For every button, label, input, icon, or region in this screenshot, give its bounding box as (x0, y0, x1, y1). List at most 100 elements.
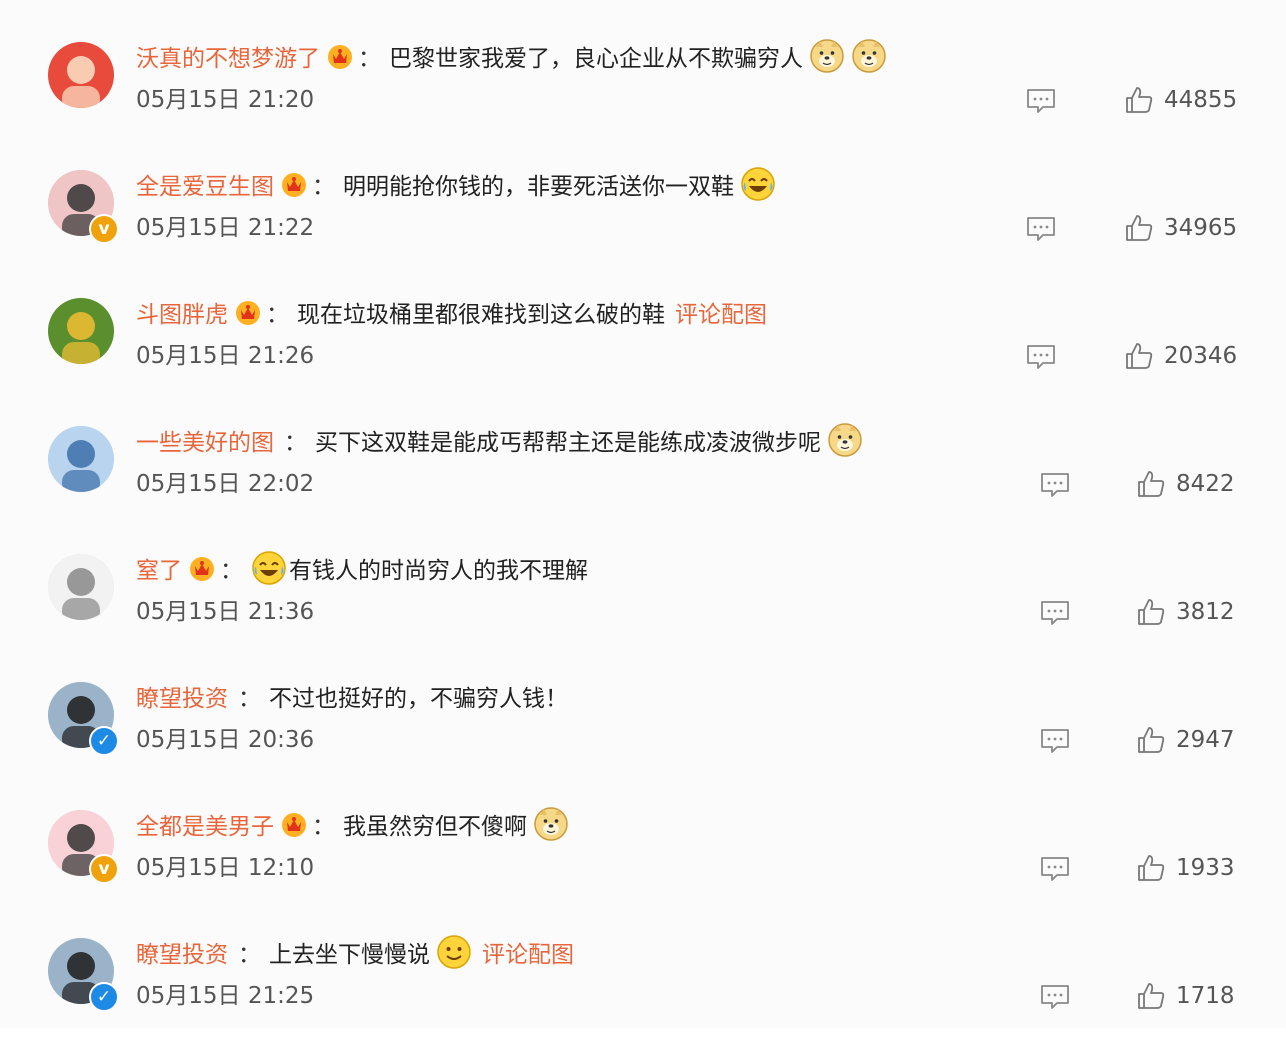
comment-list: 沃真的不想梦游了 ： 巴黎世家我爱了，良心企业从不欺骗穷人 05月15日 21:20 4… (0, 0, 1286, 1028)
comment-text: 买下这双鞋是能成丐帮帮主还是能练成凌波微步呢 (315, 430, 821, 456)
thumbs-up-icon (1124, 341, 1154, 371)
like-button[interactable]: 44855 (1124, 82, 1237, 118)
reply-icon[interactable] (1026, 216, 1056, 242)
like-count: 1933 (1176, 855, 1235, 881)
username-link[interactable]: 全是爱豆生图 (136, 167, 274, 201)
doge-emoji-icon (533, 806, 569, 842)
like-count: 1718 (1176, 983, 1235, 1009)
fan-crown-icon (188, 554, 216, 582)
username-link[interactable]: 瞭望投资 (136, 935, 228, 969)
reply-icon[interactable] (1040, 984, 1070, 1010)
laugh-cry-emoji-icon (251, 550, 287, 586)
fan-crown-icon (234, 298, 262, 326)
reply-icon[interactable] (1040, 856, 1070, 882)
comment-timestamp: 05月15日 21:26 (136, 343, 315, 369)
thumbs-up-icon (1136, 725, 1166, 755)
doge-emoji-icon (827, 422, 863, 458)
thumbs-up-icon (1124, 213, 1154, 243)
comment-text: 巴黎世家我爱了，良心企业从不欺骗穷人 (389, 46, 803, 72)
like-button[interactable]: 1933 (1136, 850, 1235, 886)
laugh-cry-emoji-icon (740, 166, 776, 202)
colon: ： (284, 430, 307, 456)
comment-line: 全都是美男子 ： 我虽然穷但不傻啊 (136, 804, 569, 844)
comment-item: 窒了 ： 有钱人的时尚穷人的我不理解 05月15日 21:36 3812 (0, 548, 1286, 676)
like-button[interactable]: 20346 (1124, 338, 1237, 374)
comment-line: 全是爱豆生图 ： 明明能抢你钱的，非要死活送你一双鞋 (136, 164, 776, 204)
like-count: 44855 (1164, 87, 1238, 113)
username-link[interactable]: 瞭望投资 (136, 679, 228, 713)
thumbs-up-icon (1136, 469, 1166, 499)
blue-v-badge-icon: ✓ (89, 726, 119, 756)
username-link[interactable]: 全都是美男子 (136, 807, 274, 841)
reply-icon[interactable] (1040, 600, 1070, 626)
comment-timestamp: 05月15日 20:36 (136, 727, 315, 753)
like-button[interactable]: 3812 (1136, 594, 1235, 630)
comment-line: 一些美好的图 ： 买下这双鞋是能成丐帮帮主还是能练成凌波微步呢 (136, 420, 863, 460)
username-link[interactable]: 沃真的不想梦游了 (136, 39, 320, 73)
like-count: 2947 (1176, 727, 1235, 753)
like-button[interactable]: 34965 (1124, 210, 1237, 246)
comment-item: v 全是爱豆生图 ： 明明能抢你钱的，非要死活送你一双鞋 05月15日 21:22 349… (0, 164, 1286, 292)
gold-v-badge-icon: v (89, 854, 119, 884)
fan-crown-icon (326, 42, 354, 70)
reply-icon[interactable] (1040, 472, 1070, 498)
avatar[interactable] (48, 426, 114, 492)
like-count: 20346 (1164, 343, 1238, 369)
doge-emoji-icon (851, 38, 887, 74)
avatar[interactable] (48, 42, 114, 108)
comment-item: ✓ 瞭望投资 ： 不过也挺好的，不骗穷人钱！ 05月15日 20:36 2947 (0, 676, 1286, 804)
comment-image-link[interactable]: 评论配图 (482, 935, 574, 969)
blue-v-badge-icon: ✓ (89, 982, 119, 1012)
avatar[interactable] (48, 554, 114, 620)
comment-timestamp: 05月15日 21:22 (136, 215, 315, 241)
username-link[interactable]: 斗图胖虎 (136, 295, 228, 329)
comment-item: 一些美好的图 ： 买下这双鞋是能成丐帮帮主还是能练成凌波微步呢 05月15日 22:0… (0, 420, 1286, 548)
comment-text: 有钱人的时尚穷人的我不理解 (289, 558, 588, 584)
colon: ： (312, 814, 335, 840)
comment-line: 斗图胖虎 ： 现在垃圾桶里都很难找到这么破的鞋 评论配图 (136, 292, 767, 332)
comment-timestamp: 05月15日 22:02 (136, 471, 315, 497)
username-link[interactable]: 窒了 (136, 551, 182, 585)
comment-text: 我虽然穷但不傻啊 (343, 814, 527, 840)
colon: ： (238, 942, 261, 968)
username-link[interactable]: 一些美好的图 (136, 423, 274, 457)
avatar[interactable] (48, 298, 114, 364)
colon: ： (238, 686, 261, 712)
colon: ： (312, 174, 335, 200)
comment-text: 上去坐下慢慢说 (269, 942, 430, 968)
fan-crown-icon (280, 170, 308, 198)
fan-crown-icon (280, 810, 308, 838)
comment-item: ✓ 瞭望投资 ： 上去坐下慢慢说 评论配图 05月15日 21:25 1718 (0, 932, 1286, 1060)
comment-line: 瞭望投资 ： 上去坐下慢慢说 评论配图 (136, 932, 574, 972)
comment-item: v 全都是美男子 ： 我虽然穷但不傻啊 05月15日 12:10 1933 (0, 804, 1286, 932)
comment-timestamp: 05月15日 21:25 (136, 983, 315, 1009)
comment-text: 不过也挺好的，不骗穷人钱！ (269, 686, 568, 712)
comment-timestamp: 05月15日 21:36 (136, 599, 315, 625)
comment-line: 沃真的不想梦游了 ： 巴黎世家我爱了，良心企业从不欺骗穷人 (136, 36, 887, 76)
comment-line: 窒了 ： 有钱人的时尚穷人的我不理解 (136, 548, 588, 588)
gold-v-badge-icon: v (89, 214, 119, 244)
comment-timestamp: 05月15日 12:10 (136, 855, 315, 881)
like-count: 8422 (1176, 471, 1235, 497)
like-button[interactable]: 2947 (1136, 722, 1235, 758)
smile-emoji-icon (436, 934, 472, 970)
reply-icon[interactable] (1026, 88, 1056, 114)
like-count: 34965 (1164, 215, 1238, 241)
reply-icon[interactable] (1026, 344, 1056, 370)
colon: ： (220, 558, 243, 584)
doge-emoji-icon (809, 38, 845, 74)
like-button[interactable]: 1718 (1136, 978, 1235, 1014)
thumbs-up-icon (1136, 597, 1166, 627)
thumbs-up-icon (1136, 853, 1166, 883)
comment-text: 现在垃圾桶里都很难找到这么破的鞋 (297, 302, 665, 328)
comment-item: 沃真的不想梦游了 ： 巴黎世家我爱了，良心企业从不欺骗穷人 05月15日 21:20 4… (0, 36, 1286, 164)
comment-item: 斗图胖虎 ： 现在垃圾桶里都很难找到这么破的鞋 评论配图 05月15日 21:26 203… (0, 292, 1286, 420)
reply-icon[interactable] (1040, 728, 1070, 754)
comment-line: 瞭望投资 ： 不过也挺好的，不骗穷人钱！ (136, 676, 568, 716)
colon: ： (358, 46, 381, 72)
comment-image-link[interactable]: 评论配图 (675, 295, 767, 329)
colon: ： (266, 302, 289, 328)
comment-text: 明明能抢你钱的，非要死活送你一双鞋 (343, 174, 734, 200)
like-button[interactable]: 8422 (1136, 466, 1235, 502)
comment-timestamp: 05月15日 21:20 (136, 87, 315, 113)
